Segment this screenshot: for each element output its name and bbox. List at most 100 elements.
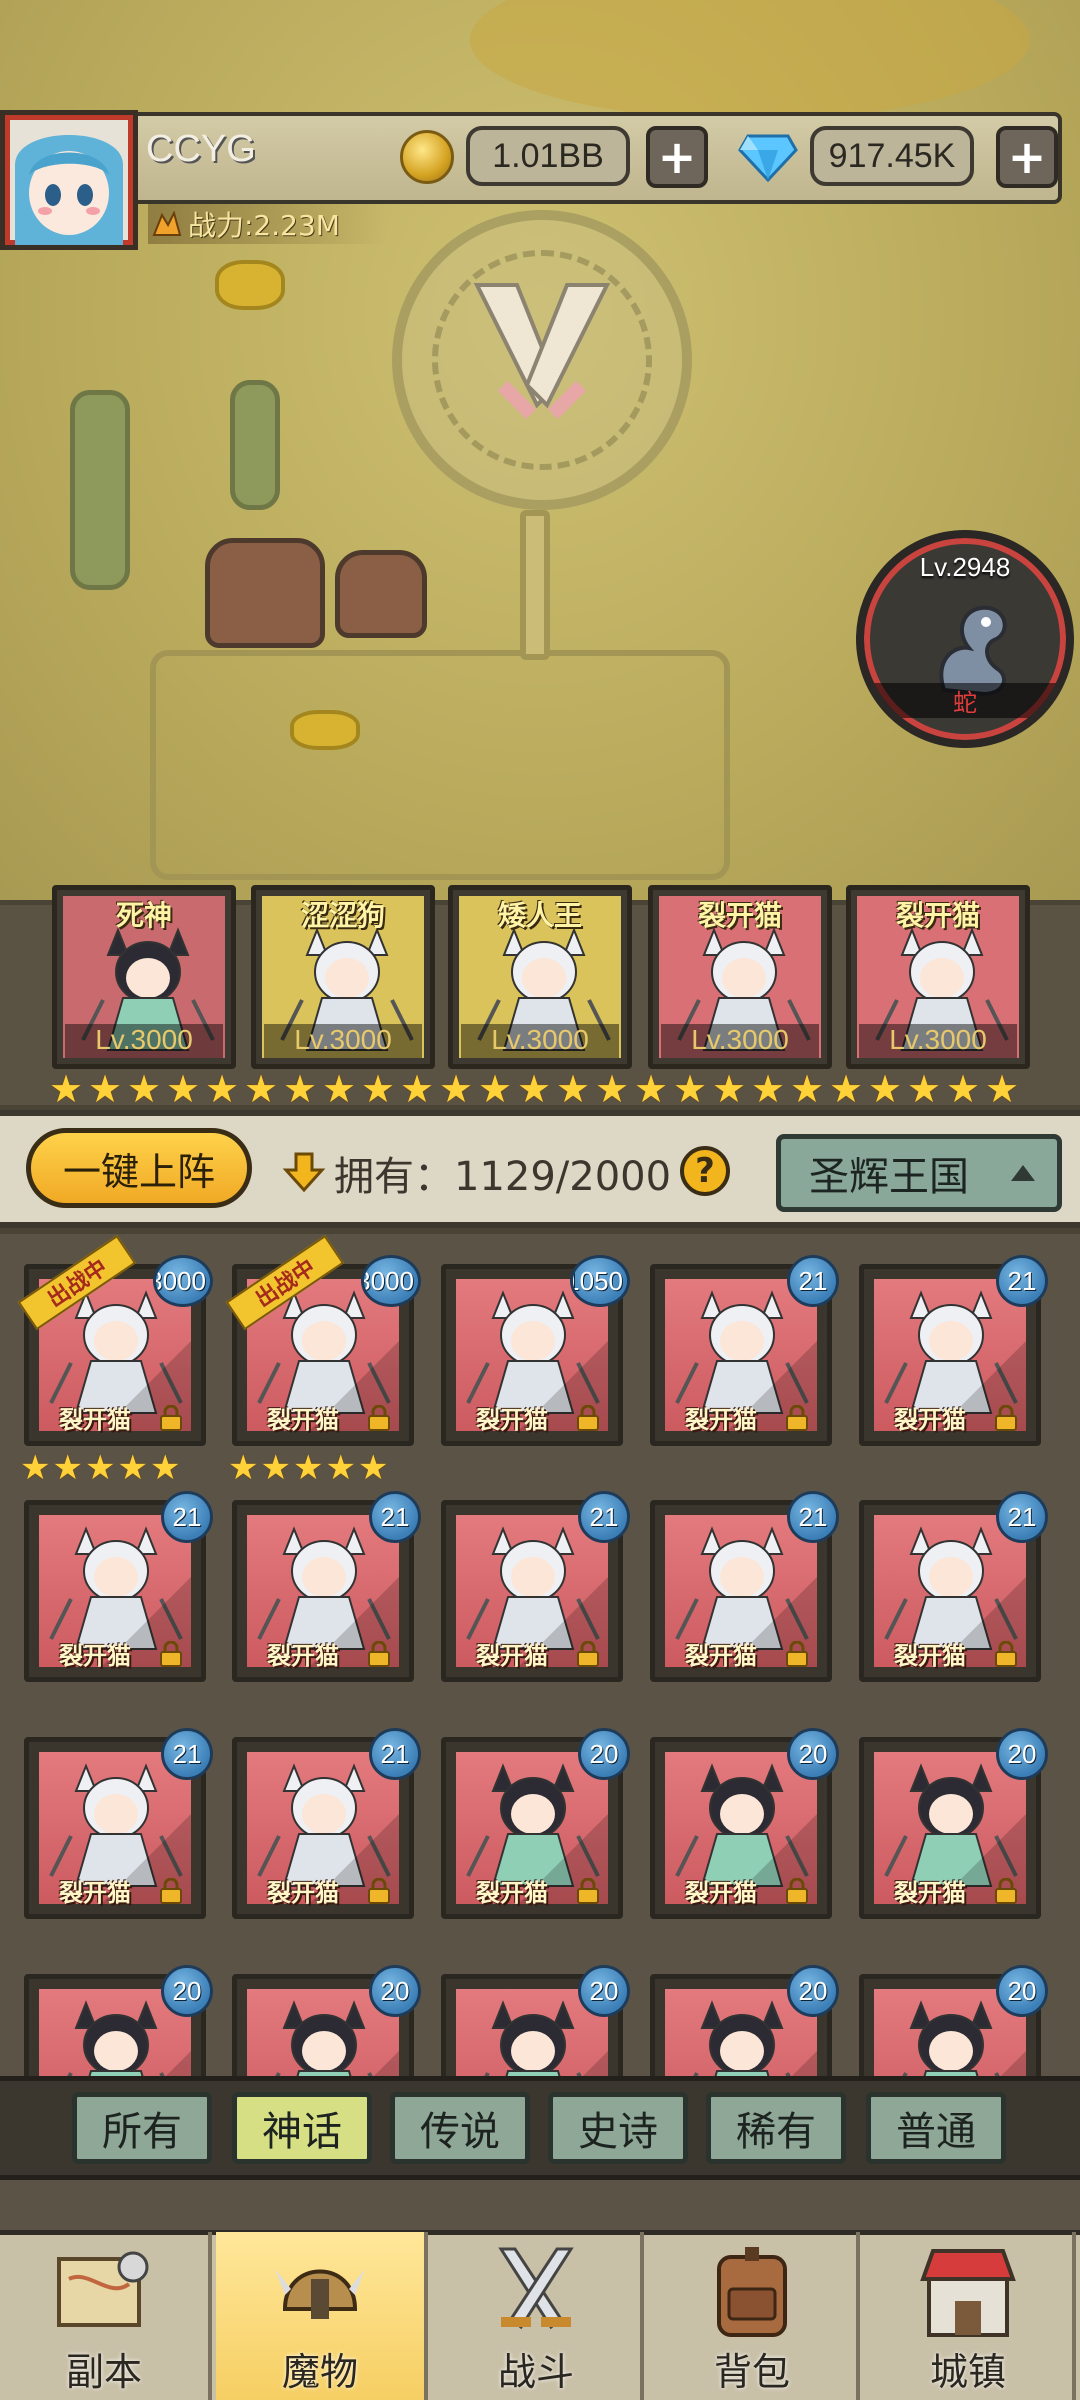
monster-card[interactable]: 20 裂开猫 [859, 1728, 1048, 1919]
filter-tab[interactable]: 普通 [866, 2092, 1006, 2164]
star-icon: ★ [149, 1448, 181, 1488]
monster-level-badge: 20 [369, 1965, 421, 2017]
lock-icon[interactable] [785, 1404, 809, 1431]
shop-icon [913, 2239, 1023, 2339]
monster-stars: ★ ★ ★ ★ ★ [20, 1450, 180, 1486]
monster-card[interactable]: 20 [232, 1965, 421, 2082]
monster-card[interactable]: 20 [859, 1965, 1048, 2082]
filter-tab[interactable]: 所有 [72, 2092, 212, 2164]
lock-icon[interactable] [785, 1640, 809, 1667]
monster-card[interactable]: 21 裂开猫 [24, 1728, 213, 1919]
help-icon[interactable]: ? [680, 1146, 730, 1196]
sort-arrow-icon[interactable] [282, 1150, 326, 1194]
monster-card[interactable]: 21 裂开猫 [441, 1491, 630, 1682]
add-diamond-button[interactable]: + [996, 126, 1058, 188]
monster-card[interactable]: 20 [441, 1965, 630, 2082]
team-slot[interactable]: 矮人王 Lv.3000 [448, 885, 632, 1069]
power-icon [152, 211, 182, 236]
team-slot-level: Lv.3000 [859, 1024, 1017, 1058]
map-road [150, 650, 730, 880]
monster-grid[interactable]: 出战中 3000 裂开猫 ★ ★ ★ ★ ★ 出战中 3000 裂开猫 ★ ★ ★ ★ ★ 1050 裂开猫 21 裂… [0, 1234, 1080, 2082]
monster-card[interactable]: 21 裂开猫 [650, 1255, 839, 1446]
star-icon: ★ [984, 1067, 1020, 1111]
diamond-icon [738, 134, 798, 182]
lock-icon[interactable] [994, 1877, 1018, 1904]
lock-icon[interactable] [159, 1404, 183, 1431]
star-icon: ★ [117, 1448, 148, 1488]
kingdom-dropdown[interactable]: 圣辉王国 [776, 1134, 1062, 1212]
star-icon: ★ [516, 1067, 552, 1111]
boss-portrait[interactable]: Lv.2948 蛇 [856, 530, 1074, 748]
star-icon: ★ [48, 1067, 84, 1111]
monster-card[interactable]: 1050 裂开猫 [441, 1255, 630, 1446]
nav-item[interactable]: 战斗 [432, 2232, 644, 2400]
lock-icon[interactable] [994, 1404, 1018, 1431]
rock [335, 550, 427, 638]
crossed-swords-icon [481, 2239, 591, 2339]
monster-level-badge: 21 [161, 1491, 213, 1543]
monster-card[interactable]: 21 裂开猫 [232, 1491, 421, 1682]
team-slot[interactable]: 裂开猫 Lv.3000 [648, 885, 832, 1069]
monster-card[interactable]: 21 裂开猫 [232, 1728, 421, 1919]
team-slot-level: Lv.3000 [264, 1024, 422, 1058]
star-icon: ★ [750, 1067, 786, 1111]
monster-card[interactable]: 出战中 3000 裂开猫 [225, 1234, 421, 1446]
filter-tab[interactable]: 史诗 [548, 2092, 688, 2164]
monster-level-badge: 20 [161, 1965, 213, 2017]
monster-card[interactable]: 21 裂开猫 [859, 1255, 1048, 1446]
monster-level-badge: 21 [996, 1255, 1048, 1307]
lock-icon[interactable] [785, 1877, 809, 1904]
filter-tab[interactable]: 传说 [390, 2092, 530, 2164]
monster-card[interactable]: 出战中 3000 裂开猫 [17, 1234, 213, 1446]
star-icon: ★ [633, 1067, 669, 1111]
crossed-swords-icon [473, 283, 611, 420]
monster-card[interactable]: 20 裂开猫 [650, 1728, 839, 1919]
monster-card[interactable]: 21 裂开猫 [650, 1491, 839, 1682]
star-icon: ★ [165, 1067, 201, 1111]
lock-icon[interactable] [576, 1640, 600, 1667]
gold-pile [215, 260, 285, 310]
lock-icon[interactable] [576, 1877, 600, 1904]
lock-icon[interactable] [159, 1640, 183, 1667]
team-slot-name: 死神 [115, 899, 172, 932]
battle-crest[interactable] [392, 210, 692, 510]
monster-level-badge: 3000 [153, 1255, 213, 1307]
filter-tab[interactable]: 稀有 [706, 2092, 846, 2164]
team-slot[interactable]: 涩涩狗 Lv.3000 [251, 885, 435, 1069]
monster-card[interactable]: 21 裂开猫 [859, 1491, 1048, 1682]
star-icon: ★ [228, 1448, 259, 1488]
nav-item[interactable]: 城镇 [864, 2232, 1076, 2400]
monster-card[interactable]: 20 [24, 1965, 213, 2082]
combat-power: 战力:2.23M [148, 204, 388, 244]
lock-icon[interactable] [994, 1640, 1018, 1667]
star-icon: ★ [477, 1067, 513, 1111]
team-stars: ★ ★ ★ ★ ★ ★ ★ ★ ★ ★ ★ ★ ★ ★ ★ ★ ★ ★ ★ ★ ★ ★ ★ ★ ★ [48, 1067, 1038, 1111]
lock-icon[interactable] [367, 1404, 391, 1431]
nav-label: 战斗 [497, 2350, 574, 2394]
boss-level: Lv.2948 [919, 552, 1011, 582]
lock-icon[interactable] [576, 1404, 600, 1431]
monster-level-badge: 20 [996, 1728, 1048, 1780]
star-icon: ★ [282, 1067, 318, 1111]
monster-card[interactable]: 20 裂开猫 [441, 1728, 630, 1919]
team-slot[interactable]: 裂开猫 Lv.3000 [846, 885, 1030, 1069]
monster-card[interactable]: 20 [650, 1965, 839, 2082]
monster-level-badge: 20 [578, 1965, 630, 2017]
nav-item[interactable]: 魔物 [216, 2232, 428, 2400]
nav-item[interactable]: 副本 [0, 2232, 212, 2400]
monster-card[interactable]: 21 裂开猫 [24, 1491, 213, 1682]
add-gold-button[interactable]: + [646, 126, 708, 188]
lock-icon[interactable] [367, 1877, 391, 1904]
star-icon: ★ [789, 1067, 825, 1111]
team-slot[interactable]: 死神 Lv.3000 [52, 885, 236, 1069]
lock-icon[interactable] [159, 1877, 183, 1904]
lock-icon[interactable] [367, 1640, 391, 1667]
filter-tab[interactable]: 神话 [232, 2092, 372, 2164]
player-name: CCYG [146, 128, 256, 170]
player-avatar[interactable] [0, 110, 138, 250]
monster-level-badge: 21 [369, 1491, 421, 1543]
nav-item[interactable]: 背包 [648, 2232, 860, 2400]
auto-deploy-button[interactable]: 一键上阵 [26, 1128, 252, 1208]
cactus [70, 390, 130, 590]
star-icon: ★ [438, 1067, 474, 1111]
